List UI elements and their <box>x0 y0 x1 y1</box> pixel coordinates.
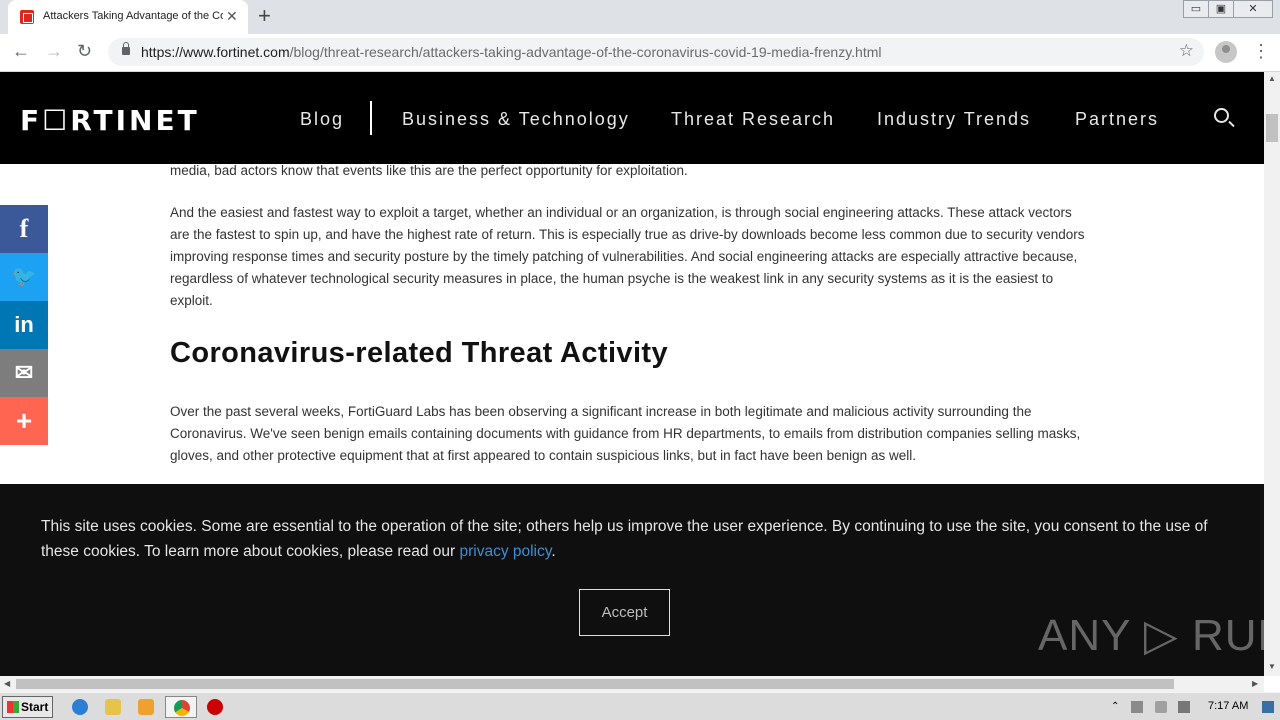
site-header: F☐RTINET Blog Business & Technology Thre… <box>0 72 1264 164</box>
fortinet-favicon-icon <box>20 10 34 24</box>
cookie-message: This site uses cookies. Some are essenti… <box>41 514 1221 564</box>
privacy-policy-link[interactable]: privacy policy <box>459 543 551 560</box>
horizontal-scroll-thumb[interactable] <box>16 679 1174 689</box>
url-host: https://www.fortinet.com <box>141 44 290 60</box>
scroll-left-icon[interactable]: ◀ <box>4 679 10 688</box>
cookie-text: This site uses cookies. Some are essenti… <box>41 518 1208 560</box>
nav-blog[interactable]: Blog <box>300 109 344 130</box>
facebook-icon: f <box>19 214 29 243</box>
chrome-icon <box>174 700 190 716</box>
facebook-share-button[interactable]: f <box>0 205 48 253</box>
tray-expand-icon[interactable]: ⌃ <box>1111 701 1123 713</box>
windows-taskbar: Start ⌃ 7:17 AM <box>0 692 1280 720</box>
paragraph: Over the past several weeks, FortiGuard … <box>170 404 1081 463</box>
cookie-text-end: . <box>551 543 556 560</box>
flag-icon[interactable] <box>1178 701 1190 713</box>
section-heading: Coronavirus-related Threat Activity <box>170 337 668 369</box>
cookie-banner: This site uses cookies. Some are essenti… <box>0 484 1280 676</box>
close-window-button[interactable]: ✕ <box>1233 0 1273 18</box>
anyrun-watermark: ANY ▷ RUN <box>1038 611 1280 660</box>
linkedin-share-button[interactable]: in <box>0 301 48 349</box>
internet-explorer-icon[interactable] <box>72 699 88 715</box>
new-tab-button[interactable]: + <box>258 4 271 28</box>
show-desktop-icon[interactable] <box>1262 701 1274 713</box>
stop-icon[interactable] <box>207 699 223 715</box>
more-share-button[interactable]: + <box>0 397 48 445</box>
paragraph: And the easiest and fastest way to explo… <box>170 205 1085 308</box>
start-button[interactable]: Start <box>2 696 53 718</box>
tab-title: Attackers Taking Advantage of the Corona… <box>43 10 223 22</box>
scroll-up-icon[interactable]: ▲ <box>1268 74 1276 83</box>
url-path: /blog/threat-research/attackers-taking-a… <box>289 44 882 60</box>
nav-industry-trends[interactable]: Industry Trends <box>877 109 1031 130</box>
minimize-button[interactable]: ▭ <box>1183 0 1209 18</box>
forward-icon[interactable]: → <box>45 40 63 62</box>
browser-menu-icon[interactable]: ⋮ <box>1252 41 1270 61</box>
linkedin-icon: in <box>14 312 34 337</box>
search-icon[interactable] <box>1214 108 1229 123</box>
volume-icon[interactable] <box>1155 701 1167 713</box>
twitter-share-button[interactable]: 🐦 <box>0 253 48 301</box>
nav-threat-research[interactable]: Threat Research <box>671 109 835 130</box>
email-icon: ✉ <box>14 360 34 385</box>
nav-business-technology[interactable]: Business & Technology <box>402 109 630 130</box>
paragraph: media, bad actors know that events like … <box>170 163 688 178</box>
lock-icon <box>122 42 130 55</box>
browser-toolbar: ← → ↻ https://www.fortinet.com/blog/thre… <box>0 34 1280 72</box>
restore-button[interactable]: ▣ <box>1208 0 1234 18</box>
scroll-right-icon[interactable]: ▶ <box>1252 679 1258 688</box>
tab-strip: Attackers Taking Advantage of the Corona… <box>0 0 1280 34</box>
reload-icon[interactable]: ↻ <box>77 40 92 62</box>
horizontal-scrollbar[interactable]: ◀ ▶ <box>0 676 1264 692</box>
network-icon[interactable] <box>1131 701 1143 713</box>
chrome-taskbar-button[interactable] <box>165 696 197 718</box>
vertical-scrollbar[interactable]: ▲ ▼ <box>1264 72 1280 676</box>
back-icon[interactable]: ← <box>12 40 30 62</box>
nav-divider <box>370 101 372 135</box>
url-text: https://www.fortinet.com/blog/threat-res… <box>141 44 882 60</box>
taskbar-clock[interactable]: 7:17 AM <box>1208 700 1248 712</box>
media-player-icon[interactable] <box>138 699 154 715</box>
browser-tab[interactable]: Attackers Taking Advantage of the Corona… <box>8 0 248 34</box>
profile-avatar-icon[interactable] <box>1215 41 1237 63</box>
twitter-icon: 🐦 <box>11 266 37 288</box>
vertical-scroll-thumb[interactable] <box>1266 114 1278 142</box>
plus-icon: + <box>15 405 33 436</box>
nav-partners[interactable]: Partners <box>1075 109 1159 130</box>
fortinet-logo[interactable]: F☐RTINET <box>20 104 200 137</box>
tab-close-icon[interactable]: ✕ <box>226 8 238 24</box>
address-bar[interactable]: https://www.fortinet.com/blog/threat-res… <box>108 38 1204 66</box>
bookmark-star-icon[interactable]: ☆ <box>1179 41 1194 61</box>
accept-cookies-button[interactable]: Accept <box>579 589 670 636</box>
folder-icon[interactable] <box>105 699 121 715</box>
scroll-down-icon[interactable]: ▼ <box>1268 662 1276 671</box>
email-share-button[interactable]: ✉ <box>0 349 48 397</box>
